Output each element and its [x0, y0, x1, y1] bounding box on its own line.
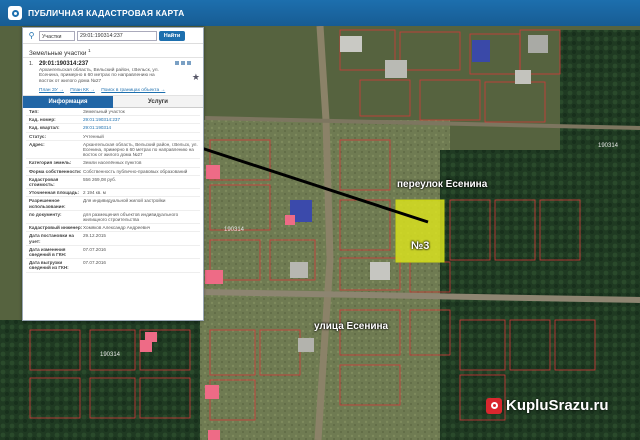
detail-row: Кадастровая стоимость: 556 269,08 руб.	[26, 176, 200, 190]
detail-value: для размещения объектов индивидуального …	[83, 211, 179, 223]
search-input[interactable]	[77, 30, 157, 41]
search-icon[interactable]: ⚲	[26, 30, 37, 41]
detail-key: Дата постановки на учет:	[29, 233, 74, 244]
detail-value[interactable]: 29:01:190314:237	[83, 117, 200, 122]
detail-value: Земельный участок	[83, 109, 125, 114]
detail-row: Адрес: Архангельская область, Вельский ра…	[26, 141, 200, 160]
search-button[interactable]: Найти	[159, 30, 185, 41]
forest-top-right	[560, 30, 640, 150]
detail-row: Тип: Земельный участок	[26, 108, 200, 117]
detail-row: Кадастровый инженер: Хомяков Александр Ан…	[26, 224, 200, 233]
detail-row: Уточненная площадь: 2 194 кв. м	[26, 189, 200, 198]
app-title: ПУБЛИЧНАЯ КАДАСТРОВАЯ КАРТА	[28, 8, 185, 18]
search-type-select[interactable]: Участки	[39, 30, 75, 41]
detail-key: Дата изменения сведений в ГКН:	[29, 246, 67, 258]
detail-value: 07.07.2016	[83, 260, 106, 266]
watermark-logo-icon	[486, 397, 502, 414]
object-cadastral-number: 29:01:190314:237	[39, 61, 89, 67]
detail-key: Тип:	[29, 109, 39, 114]
detail-value: Архангельская область, Вельский район, г…	[83, 141, 198, 158]
quarter-label-3: 190314	[100, 352, 121, 358]
info-panel: ⚲ Участки Найти Земельные участки 1 1. 2…	[22, 27, 204, 321]
detail-key: Кад. номер:	[29, 117, 56, 123]
watermark: KupluSrazu.ru	[486, 397, 609, 414]
detail-value: Для индивидуальной жилой застройки	[83, 198, 166, 204]
share-icon[interactable]	[181, 61, 185, 65]
link-plan-kk[interactable]: План КК →	[70, 88, 95, 93]
detail-key: Дата выгрузки сведений из ГКН:	[29, 260, 69, 271]
top-bar: ПУБЛИЧНАЯ КАДАСТРОВАЯ КАРТА	[0, 0, 640, 26]
detail-value: 2 194 кв. м	[83, 190, 106, 196]
detail-row: Дата постановки на учет: 29.12.2015	[26, 232, 200, 246]
detail-value: 29.12.2015	[83, 233, 106, 239]
lane-label: переулок Есенина	[397, 179, 488, 190]
street-label: улица Есенина	[314, 321, 389, 332]
print-icon[interactable]	[175, 61, 179, 65]
detail-value: Земли населённых пунктов	[83, 160, 142, 166]
object-actions	[175, 61, 191, 65]
tabs: Информация Услуги	[23, 96, 203, 108]
favorite-star-icon[interactable]: ★	[192, 72, 200, 83]
rosreestr-logo-icon	[8, 6, 22, 20]
section-title: Земельные участки	[29, 50, 87, 58]
detail-key: Кад. квартал:	[29, 125, 60, 131]
detail-row: Форма собственности: Собственность публич…	[26, 168, 200, 176]
tab-info[interactable]: Информация	[23, 96, 113, 108]
detail-row: Кад. номер: 29:01:190314:237	[26, 116, 200, 125]
detail-row: Дата изменения сведений в ГКН: 07.07.2016	[26, 246, 200, 260]
object-links: План ЗУ → План КК → Поиск в границах объ…	[39, 88, 170, 93]
detail-row: Статус: Учтенный	[26, 133, 200, 141]
detail-row: Дата выгрузки сведений из ГКН: 07.07.2016	[26, 259, 200, 273]
detail-key: Форма собственности:	[29, 168, 82, 174]
highlighted-plot[interactable]	[395, 199, 445, 263]
detail-row: Разрешенное использование: Для индивидуал…	[26, 197, 200, 211]
details-table: Тип: Земельный участок Кад. номер: 29:01:19…	[23, 108, 203, 273]
detail-value: 556 269,08 руб.	[83, 176, 117, 182]
detail-key: Категория земель:	[29, 160, 72, 166]
quarter-label-1: 190314	[598, 143, 619, 149]
search-bar: ⚲ Участки Найти	[23, 28, 203, 44]
detail-value: Хомяков Александр Андреевич	[83, 225, 151, 231]
detail-key: Адрес:	[29, 141, 45, 147]
detail-key: Уточненная площадь:	[29, 190, 79, 196]
object-number: 1.	[29, 61, 34, 67]
tab-services[interactable]: Услуги	[113, 96, 203, 108]
link-search-bounds[interactable]: Поиск в границах объекта →	[101, 88, 165, 93]
detail-key: Статус:	[29, 133, 47, 139]
detail-value: 07.07.2016	[83, 246, 106, 252]
detail-key: Кадастровая стоимость:	[29, 176, 59, 188]
link-plan-zu[interactable]: План ЗУ →	[39, 88, 64, 93]
detail-key: Разрешенное использование:	[29, 198, 66, 209]
section-count: 1	[88, 48, 91, 53]
detail-key: Кадастровый инженер:	[29, 225, 83, 231]
zoom-icon[interactable]	[187, 61, 191, 65]
detail-value: Собственность публично-правовых образова…	[83, 168, 188, 174]
detail-key: по документу:	[29, 211, 62, 217]
object-card: 1. 29:01:190314:237 Архангельская област…	[23, 58, 203, 96]
object-address: Архангельская область, Вельский район, г…	[39, 68, 159, 84]
plot-number-label: №3	[411, 240, 430, 252]
detail-value[interactable]: 29:01:190314	[83, 125, 200, 130]
detail-row: по документу: для размещения объектов инд…	[26, 211, 200, 225]
watermark-text: KupluSrazu.ru	[506, 397, 609, 414]
detail-row: Кад. квартал: 29:01:190314	[26, 124, 200, 133]
detail-value: Учтенный	[83, 133, 104, 139]
quarter-label-2: 190314	[224, 227, 245, 233]
detail-row: Категория земель: Земли населённых пункто…	[26, 159, 200, 168]
section-header[interactable]: Земельные участки 1	[23, 44, 203, 58]
